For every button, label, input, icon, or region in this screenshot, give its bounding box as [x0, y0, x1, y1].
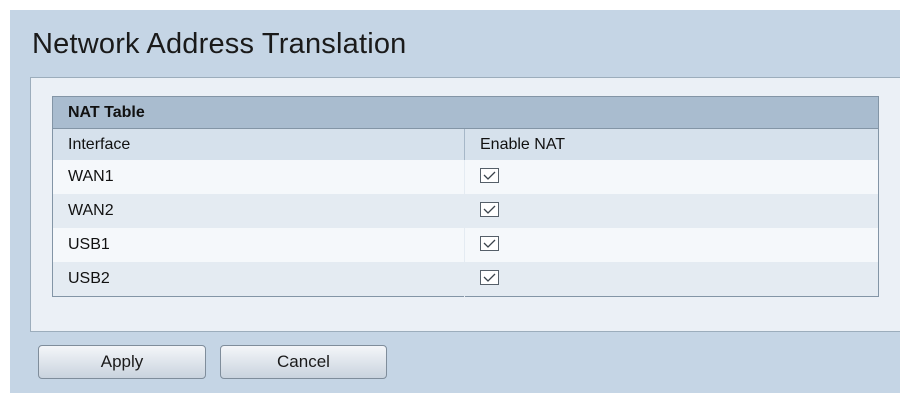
enable-nat-checkbox[interactable]	[480, 270, 499, 286]
column-header-enable-nat: Enable NAT	[464, 128, 879, 160]
table-row: WAN1	[52, 160, 879, 194]
page-frame: Network Address Translation NAT Table In…	[10, 10, 900, 393]
checkmark-icon	[483, 205, 496, 215]
interface-cell: USB2	[52, 262, 465, 297]
table-row: USB1	[52, 228, 879, 262]
checkmark-icon	[483, 171, 496, 181]
interface-cell: WAN1	[52, 160, 465, 194]
enable-nat-cell	[464, 262, 879, 297]
nat-table: NAT Table Interface Enable NAT WAN1 WAN2…	[52, 96, 879, 297]
table-caption: NAT Table	[52, 96, 879, 129]
table-row: WAN2	[52, 194, 879, 228]
table-caption-row: NAT Table	[52, 96, 879, 129]
apply-button[interactable]: Apply	[38, 345, 206, 379]
enable-nat-cell	[464, 194, 879, 228]
interface-cell: USB1	[52, 228, 465, 262]
enable-nat-checkbox[interactable]	[480, 236, 499, 252]
enable-nat-cell	[464, 228, 879, 262]
nat-panel: NAT Table Interface Enable NAT WAN1 WAN2…	[30, 77, 900, 332]
enable-nat-cell	[464, 160, 879, 194]
cancel-button[interactable]: Cancel	[220, 345, 387, 379]
interface-cell: WAN2	[52, 194, 465, 228]
column-header-interface: Interface	[52, 128, 465, 160]
page-title: Network Address Translation	[32, 28, 407, 60]
checkmark-icon	[483, 273, 496, 283]
enable-nat-checkbox[interactable]	[480, 202, 499, 218]
enable-nat-checkbox[interactable]	[480, 168, 499, 184]
table-row: USB2	[52, 262, 879, 297]
checkmark-icon	[483, 239, 496, 249]
table-header-row: Interface Enable NAT	[52, 128, 879, 160]
